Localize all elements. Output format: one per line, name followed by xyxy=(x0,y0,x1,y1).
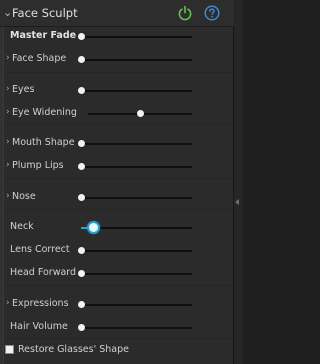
slider-label-neck: Neck xyxy=(10,221,34,232)
slider-track-master-fade[interactable] xyxy=(81,36,192,38)
slider-label-mouth-shape: Mouth Shape xyxy=(12,137,75,148)
scroll-arrow-icon[interactable] xyxy=(235,199,239,205)
slider-track-face-shape[interactable] xyxy=(81,59,192,61)
slider-track-eyes[interactable] xyxy=(81,90,192,92)
section-divider xyxy=(5,124,233,125)
section-divider xyxy=(5,338,233,339)
slider-row-expressions[interactable]: › Expressions xyxy=(5,293,233,316)
slider-row-master-fade[interactable]: Master Fade xyxy=(5,25,233,48)
expand-chevron-icon[interactable]: › xyxy=(6,190,10,203)
panel-left-edge xyxy=(0,0,4,364)
slider-row-hair-volume[interactable]: Hair Volume xyxy=(5,316,233,339)
expand-chevron-icon[interactable]: › xyxy=(6,83,10,96)
slider-row-face-shape[interactable]: › Face Shape xyxy=(5,48,233,71)
section-divider xyxy=(5,72,233,73)
slider-thumb-lens-correct[interactable] xyxy=(77,247,85,254)
slider-track-mouth-shape[interactable] xyxy=(81,143,192,145)
slider-thumb-expressions[interactable] xyxy=(77,301,85,308)
slider-row-nose[interactable]: › Nose xyxy=(5,186,233,209)
panel-header[interactable]: ⌄ Face Sculpt xyxy=(0,0,234,27)
slider-track-hair-volume[interactable] xyxy=(81,327,192,329)
expand-chevron-icon[interactable]: › xyxy=(6,52,10,65)
slider-row-plump-lips[interactable]: › Plump Lips xyxy=(5,155,233,178)
expand-chevron-icon[interactable]: › xyxy=(6,297,10,310)
slider-row-neck[interactable]: Neck xyxy=(5,216,233,239)
restore-glasses-checkbox[interactable] xyxy=(5,345,14,354)
slider-label-plump-lips: Plump Lips xyxy=(12,160,64,171)
slider-row-lens-correct[interactable]: Lens Correct xyxy=(5,239,233,262)
expand-chevron-icon[interactable]: › xyxy=(6,136,10,149)
collapse-chevron-icon[interactable]: ⌄ xyxy=(3,6,12,20)
slider-label-master-fade: Master Fade xyxy=(10,30,77,41)
face-sculpt-panel: ⌄ Face Sculpt Master Fade › Face Shape › Eye… xyxy=(0,0,234,364)
slider-label-eye-widening: Eye Widening xyxy=(12,107,77,118)
expand-chevron-icon[interactable]: › xyxy=(6,159,10,172)
slider-thumb-nose[interactable] xyxy=(77,194,85,201)
help-icon[interactable] xyxy=(204,5,220,21)
slider-label-lens-correct: Lens Correct xyxy=(10,244,70,255)
slider-thumb-face-shape[interactable] xyxy=(77,56,85,63)
expand-chevron-icon[interactable]: › xyxy=(6,106,10,119)
slider-row-eyes[interactable]: › Eyes xyxy=(5,79,233,102)
slider-thumb-neck[interactable] xyxy=(88,223,98,232)
slider-label-hair-volume: Hair Volume xyxy=(10,321,68,332)
slider-track-expressions[interactable] xyxy=(81,304,192,306)
slider-track-lens-correct[interactable] xyxy=(81,250,192,252)
slider-track-head-forward[interactable] xyxy=(81,273,192,275)
slider-thumb-plump-lips[interactable] xyxy=(77,163,85,170)
slider-thumb-eyes[interactable] xyxy=(77,87,85,94)
slider-row-mouth-shape[interactable]: › Mouth Shape xyxy=(5,132,233,155)
slider-label-face-shape: Face Shape xyxy=(12,53,67,64)
section-divider xyxy=(5,285,233,286)
slider-label-nose: Nose xyxy=(12,191,36,202)
slider-thumb-head-forward[interactable] xyxy=(77,270,85,277)
slider-row-head-forward[interactable]: Head Forward xyxy=(5,262,233,285)
slider-label-head-forward: Head Forward xyxy=(10,267,77,278)
panel-scrollbar[interactable] xyxy=(234,0,243,364)
restore-glasses-row[interactable]: Restore Glasses' Shape xyxy=(5,343,233,359)
slider-track-plump-lips[interactable] xyxy=(81,166,192,168)
slider-thumb-mouth-shape[interactable] xyxy=(77,140,85,147)
slider-label-eyes: Eyes xyxy=(12,84,35,95)
slider-track-nose[interactable] xyxy=(81,197,192,199)
power-icon[interactable] xyxy=(177,5,193,21)
slider-thumb-master-fade[interactable] xyxy=(77,33,85,40)
slider-thumb-hair-volume[interactable] xyxy=(77,324,85,331)
panel-title: Face Sculpt xyxy=(12,6,78,20)
section-divider xyxy=(5,178,233,179)
slider-row-eye-widening[interactable]: › Eye Widening xyxy=(5,102,233,125)
slider-label-expressions: Expressions xyxy=(12,298,69,309)
slider-thumb-eye-widening[interactable] xyxy=(136,110,144,117)
section-divider xyxy=(5,209,233,210)
restore-glasses-label: Restore Glasses' Shape xyxy=(18,344,129,355)
